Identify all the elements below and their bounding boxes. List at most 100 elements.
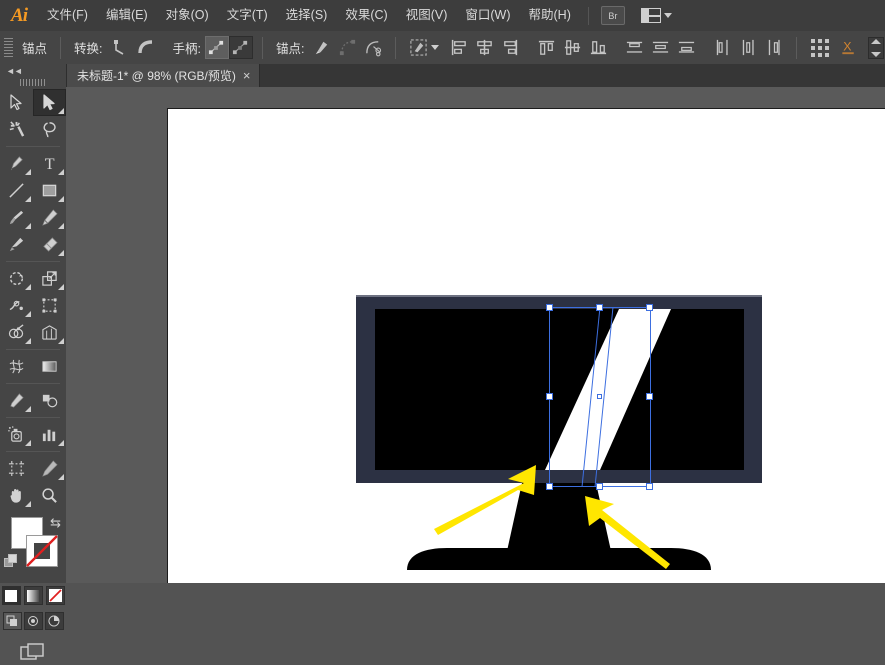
distribute-horizontal-center-icon[interactable] — [738, 38, 758, 58]
distribute-right-icon[interactable] — [764, 38, 784, 58]
perspective-grid-tool[interactable] — [33, 319, 66, 346]
transform-panel-icon[interactable] — [809, 37, 833, 59]
direct-selection-tool[interactable] — [33, 89, 66, 116]
document-tab[interactable]: 未标题-1* @ 98% (RGB/预览) × — [66, 64, 261, 87]
gradient-tool[interactable] — [33, 353, 66, 380]
blend-tool[interactable] — [33, 387, 66, 414]
type-tool[interactable]: T — [33, 150, 66, 177]
selection-handle-bottom-right[interactable] — [646, 483, 653, 490]
tool-flyout-indicator — [58, 108, 64, 114]
distribute-top-icon[interactable] — [624, 38, 644, 58]
lasso-tool[interactable] — [33, 116, 66, 143]
align-left-icon[interactable] — [448, 38, 468, 58]
rectangle-tool[interactable] — [33, 177, 66, 204]
menu-view[interactable]: 视图(V) — [397, 0, 457, 31]
change-screen-mode-button[interactable] — [20, 642, 46, 665]
anchor-spacing-icon[interactable]: X — [839, 38, 859, 58]
pen-tool[interactable] — [0, 150, 33, 177]
bridge-icon[interactable]: Br — [600, 6, 625, 25]
control-bar-grip[interactable] — [4, 37, 13, 58]
selection-handle-top-left[interactable] — [546, 304, 553, 311]
menu-type[interactable]: 文字(T) — [218, 0, 277, 31]
tools-panel-collapse-button[interactable]: ◄◄ — [0, 64, 66, 77]
tool-flyout-indicator — [58, 250, 64, 256]
blob-brush-tool[interactable] — [0, 231, 33, 258]
scale-tool[interactable] — [33, 265, 66, 292]
selection-handle-top-right[interactable] — [646, 304, 653, 311]
selection-center-point — [597, 394, 602, 399]
menu-help[interactable]: 帮助(H) — [520, 0, 580, 31]
distribute-left-icon[interactable] — [712, 38, 732, 58]
tool-flyout-indicator — [25, 501, 31, 507]
column-graph-tool[interactable] — [33, 421, 66, 448]
default-fill-stroke-icon[interactable] — [4, 554, 18, 568]
none-button[interactable] — [45, 586, 65, 605]
menu-select[interactable]: 选择(S) — [277, 0, 337, 31]
chevron-down-icon[interactable] — [431, 45, 440, 50]
hide-handles-icon[interactable] — [228, 36, 253, 59]
menu-object[interactable]: 对象(O) — [157, 0, 218, 31]
menu-file[interactable]: 文件(F) — [38, 0, 97, 31]
canvas-area[interactable] — [66, 87, 885, 583]
tool-flyout-indicator — [25, 311, 31, 317]
connect-anchor-icon[interactable] — [337, 38, 357, 58]
stroke-swatch[interactable] — [26, 535, 58, 567]
selection-handle-middle-right[interactable] — [646, 393, 653, 400]
remove-anchor-icon[interactable] — [311, 38, 331, 58]
hand-tool[interactable] — [0, 482, 33, 509]
tools-panel-grip[interactable] — [20, 79, 46, 86]
menu-effect[interactable]: 效果(C) — [336, 0, 396, 31]
draw-normal-button[interactable] — [2, 612, 22, 630]
tools-divider-1 — [6, 146, 60, 147]
align-vertical-center-icon[interactable] — [562, 38, 582, 58]
magic-wand-tool[interactable] — [0, 116, 33, 143]
show-handles-icon[interactable] — [204, 36, 229, 59]
align-bottom-icon[interactable] — [588, 38, 608, 58]
mesh-tool[interactable] — [0, 353, 33, 380]
close-icon[interactable]: × — [243, 69, 251, 82]
free-transform-tool[interactable] — [33, 292, 66, 319]
app-logo: Ai — [11, 4, 28, 26]
zoom-tool[interactable] — [33, 482, 66, 509]
selection-handle-top-center[interactable] — [596, 304, 603, 311]
line-segment-tool[interactable] — [0, 177, 33, 204]
paintbrush-tool[interactable] — [0, 204, 33, 231]
eraser-tool[interactable] — [33, 231, 66, 258]
selection-tool[interactable] — [0, 89, 33, 116]
align-right-icon[interactable] — [500, 38, 520, 58]
eyedropper-tool[interactable] — [0, 387, 33, 414]
symbol-sprayer-tool[interactable] — [0, 421, 33, 448]
convert-to-corner-icon[interactable] — [110, 38, 130, 58]
rotate-tool[interactable] — [0, 265, 33, 292]
document-tab-bar: 未标题-1* @ 98% (RGB/预览) × — [66, 64, 885, 88]
selection-handle-middle-left[interactable] — [546, 393, 553, 400]
control-divider-4 — [796, 36, 798, 59]
isolate-selected-object-icon[interactable] — [408, 38, 428, 58]
selection-handle-bottom-left[interactable] — [546, 483, 553, 490]
shape-builder-tool[interactable] — [0, 319, 33, 346]
selection-handle-bottom-center[interactable] — [596, 483, 603, 490]
cut-path-icon[interactable] — [363, 38, 383, 58]
convert-label: 转换: — [74, 42, 103, 56]
draw-inside-button[interactable] — [44, 612, 64, 630]
swap-fill-stroke-icon[interactable]: ⇆ — [50, 515, 61, 531]
anchor-spacing-stepper[interactable] — [868, 36, 885, 59]
pencil-tool[interactable] — [33, 204, 66, 231]
color-button[interactable] — [1, 586, 21, 605]
align-horizontal-center-icon[interactable] — [474, 38, 494, 58]
tool-flyout-indicator — [25, 338, 31, 344]
align-top-icon[interactable] — [536, 38, 556, 58]
tool-flyout-indicator — [58, 223, 64, 229]
menu-window[interactable]: 窗口(W) — [456, 0, 519, 31]
slice-tool[interactable] — [33, 455, 66, 482]
workspace-switcher-button[interactable] — [640, 8, 672, 23]
distribute-bottom-icon[interactable] — [676, 38, 696, 58]
convert-to-smooth-icon[interactable] — [136, 38, 156, 58]
distribute-vertical-center-icon[interactable] — [650, 38, 670, 58]
draw-behind-button[interactable] — [23, 612, 43, 630]
width-tool[interactable] — [0, 292, 33, 319]
artboard-tool[interactable] — [0, 455, 33, 482]
tools-divider-4 — [6, 383, 60, 384]
gradient-button[interactable] — [23, 586, 43, 605]
menu-edit[interactable]: 编辑(E) — [97, 0, 157, 31]
